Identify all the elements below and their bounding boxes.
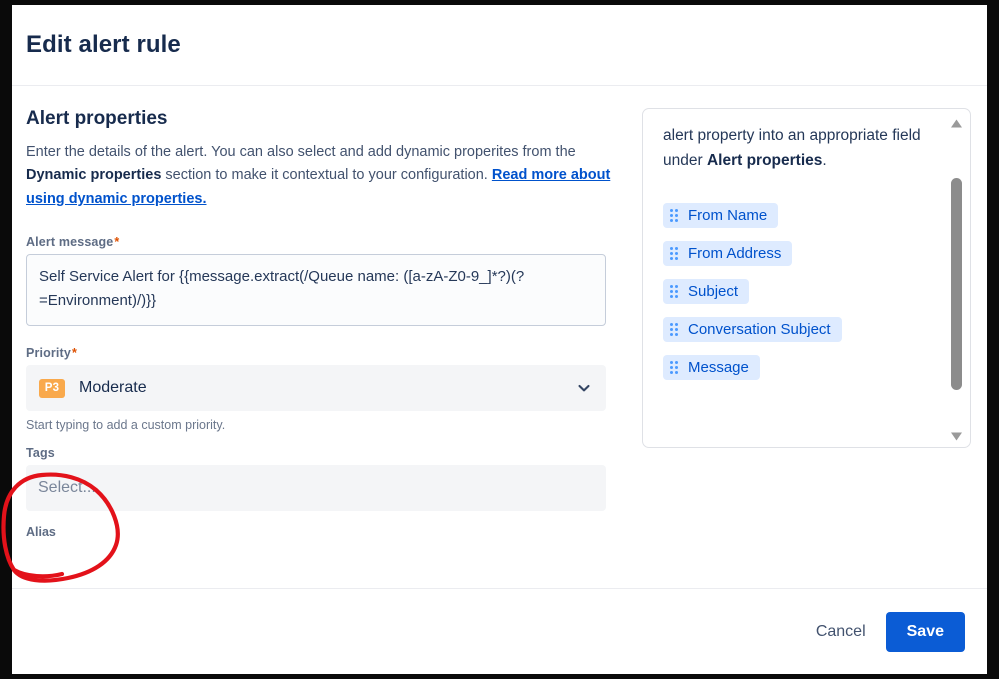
- dialog-header: Edit alert rule: [12, 5, 987, 86]
- dynamic-property-chip-list: From Name From Address Subject Conversat…: [663, 199, 936, 389]
- panel-description: alert property into an appropriate field…: [663, 123, 936, 173]
- chevron-down-icon: [577, 381, 591, 395]
- screen: Edit alert rule Alert properties Enter t…: [0, 0, 999, 679]
- list-item: From Address: [663, 237, 936, 275]
- list-item: From Name: [663, 199, 936, 237]
- chip-label: Message: [688, 359, 749, 377]
- chip-from-name[interactable]: From Name: [663, 203, 779, 229]
- tags-select[interactable]: Select...: [26, 465, 606, 512]
- description-text-1: Enter the details of the alert. You can …: [26, 144, 576, 160]
- chip-label: Conversation Subject: [688, 321, 831, 339]
- drag-handle-icon: [670, 209, 678, 223]
- chip-conversation-subject[interactable]: Conversation Subject: [663, 317, 842, 343]
- alias-label: Alias: [26, 525, 56, 540]
- cancel-button[interactable]: Cancel: [802, 614, 880, 650]
- scroll-up-arrow-icon[interactable]: [950, 116, 963, 128]
- list-item: Message: [663, 351, 936, 389]
- dynamic-properties-column: alert property into an appropriate field…: [642, 108, 971, 588]
- chip-label: From Name: [688, 207, 768, 225]
- required-marker: *: [71, 346, 77, 361]
- drag-handle-icon: [670, 247, 678, 261]
- priority-select[interactable]: P3 Moderate: [26, 365, 606, 412]
- alert-message-label: Alert message*: [26, 235, 622, 249]
- required-marker: *: [114, 235, 120, 250]
- section-title: Alert properties: [26, 108, 168, 129]
- chip-label: Subject: [688, 283, 739, 301]
- section-description: Enter the details of the alert. You can …: [26, 141, 611, 211]
- dialog-footer: Cancel Save: [12, 588, 987, 674]
- list-item: Subject: [663, 275, 936, 313]
- drag-handle-icon: [670, 361, 678, 375]
- dynamic-properties-panel: alert property into an appropriate field…: [642, 108, 971, 448]
- description-text-2: section to make it contextual to your co…: [161, 167, 492, 184]
- edit-alert-rule-dialog: Edit alert rule Alert properties Enter t…: [12, 5, 987, 674]
- alert-message-input[interactable]: Self Service Alert for {{message.extract…: [26, 254, 606, 327]
- panel-text-2: .: [822, 152, 827, 170]
- chip-subject[interactable]: Subject: [663, 279, 750, 305]
- chip-message[interactable]: Message: [663, 355, 760, 381]
- priority-badge: P3: [39, 378, 65, 398]
- panel-scrollbar[interactable]: [948, 114, 965, 442]
- dialog-body: Alert properties Enter the details of th…: [12, 86, 987, 588]
- page-title: Edit alert rule: [26, 31, 181, 58]
- tags-label: Tags: [26, 446, 55, 461]
- priority-label-text: Priority: [26, 346, 71, 361]
- description-bold: Dynamic properties: [26, 167, 162, 184]
- alert-message-label-text: Alert message: [26, 235, 114, 250]
- panel-text-bold: Alert properties: [706, 152, 823, 170]
- chip-from-address[interactable]: From Address: [663, 241, 793, 267]
- tags-placeholder: Select...: [38, 479, 96, 497]
- priority-label: Priority*: [26, 346, 622, 360]
- drag-handle-icon: [670, 285, 678, 299]
- priority-value: Moderate: [79, 379, 147, 397]
- save-button[interactable]: Save: [885, 611, 965, 652]
- scrollbar-thumb[interactable]: [951, 178, 962, 390]
- priority-help-text: Start typing to add a custom priority.: [26, 418, 226, 433]
- alert-properties-section: Alert properties Enter the details of th…: [26, 108, 622, 588]
- scroll-down-arrow-icon[interactable]: [950, 429, 963, 441]
- list-item: Conversation Subject: [663, 313, 936, 351]
- drag-handle-icon: [670, 323, 678, 337]
- chip-label: From Address: [688, 245, 782, 263]
